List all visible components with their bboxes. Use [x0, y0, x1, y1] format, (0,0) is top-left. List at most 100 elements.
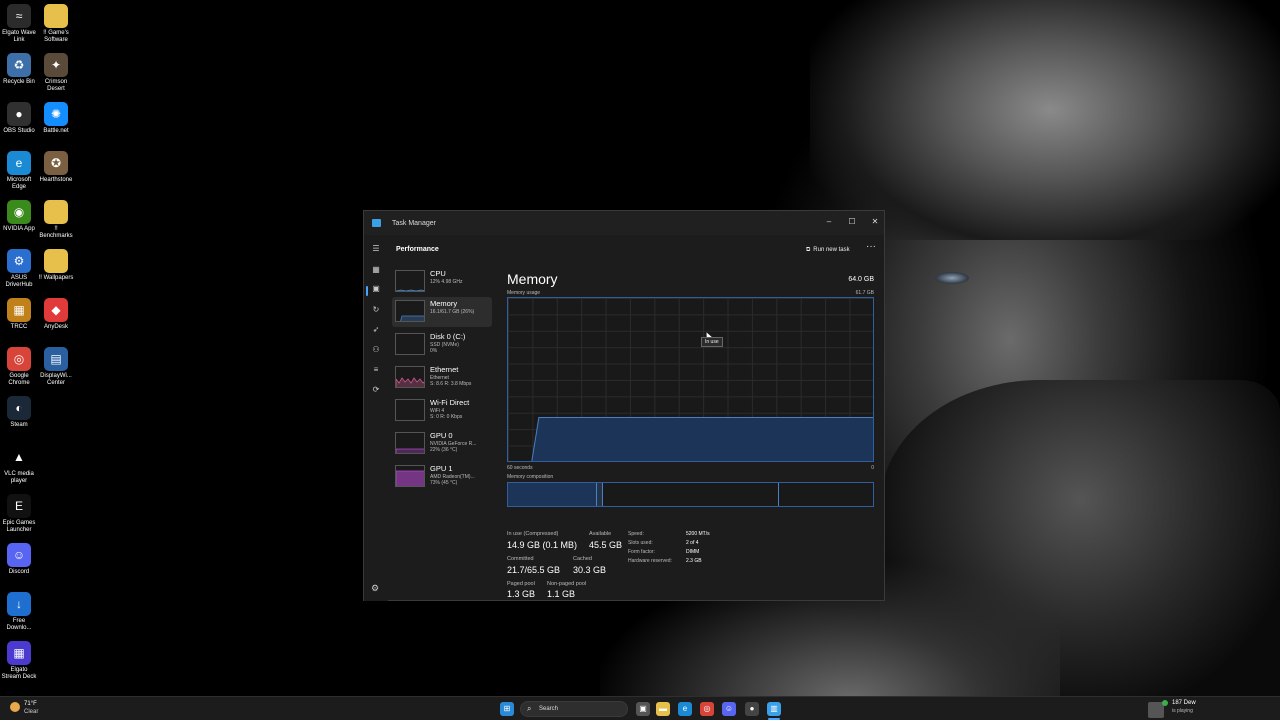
- epic-icon: E: [7, 494, 31, 518]
- start-button-icon[interactable]: ⊞: [500, 702, 514, 716]
- close-button[interactable]: ✕: [867, 215, 883, 229]
- asus-icon: ⚙: [7, 249, 31, 273]
- obs-taskbar-icon[interactable]: ●: [745, 702, 759, 716]
- composition-modified[interactable]: [597, 483, 603, 506]
- memory-total: 64.0 GB: [848, 276, 874, 283]
- resource-thumbnail-graph: [395, 366, 425, 388]
- search-icon: ⌕: [527, 704, 532, 713]
- desktop-icon[interactable]: ◆ AnyDesk: [37, 298, 75, 331]
- edge-taskbar-icon[interactable]: e: [678, 702, 692, 716]
- slots-used-label: Slots used:: [628, 540, 653, 546]
- settings-gear-icon[interactable]: ⚙: [371, 583, 379, 594]
- maximize-button[interactable]: ☐: [844, 215, 860, 229]
- desktop-icon[interactable]: ◐ Steam: [0, 396, 38, 429]
- run-task-icon: ⧉: [806, 246, 811, 253]
- nav-active-indicator: [366, 286, 368, 296]
- desktop-icon-label: Epic Games Launcher: [2, 520, 36, 533]
- resource-usage: 22% (36 °C): [430, 447, 458, 453]
- composition-standby-divider: [778, 483, 779, 506]
- task-manager-taskbar-icon[interactable]: ▥: [767, 702, 781, 716]
- resource-item[interactable]: GPU 0 NVIDIA GeForce R... 22% (36 °C): [392, 429, 492, 459]
- memory-composition-bar[interactable]: [507, 482, 874, 507]
- title-bar[interactable]: Task Manager – ☐ ✕: [364, 211, 884, 235]
- stream-deck-icon: ▦: [7, 641, 31, 665]
- weather-widget[interactable]: 71°F Clear: [10, 701, 50, 717]
- resource-item[interactable]: Disk 0 (C:) SSD (NVMe) 0%: [392, 330, 492, 360]
- desktop-icon[interactable]: ◎ Google Chrome: [0, 347, 38, 387]
- now-playing-widget[interactable]: 187 Dew is playing: [1148, 700, 1268, 718]
- desktop-icon[interactable]: ≈ Elgato Wave Link: [0, 4, 38, 44]
- desktop-icon-label: DisplayWi... Center: [40, 373, 72, 386]
- resource-item[interactable]: GPU 1 AMD Radeon(TM)... 73% (45 °C): [392, 462, 492, 492]
- crimson-desert-icon: ✦: [44, 53, 68, 77]
- chrome-taskbar-icon[interactable]: ◎: [700, 702, 714, 716]
- more-options-button[interactable]: ···: [866, 241, 876, 252]
- non-paged-pool-value: 1.1 GB: [547, 589, 576, 599]
- taskbar: 71°F Clear ⊞ ⌕ Search ▣ ▬ e ◎ ☺ ● ▥ 187 …: [0, 696, 1280, 720]
- run-new-task-label: Run new task: [813, 247, 850, 253]
- minimize-button[interactable]: –: [821, 215, 837, 229]
- hamburger-menu-icon[interactable]: ☰: [369, 242, 383, 256]
- desktop-icon[interactable]: !! Game's Software: [37, 4, 75, 44]
- desktop-icon[interactable]: E Epic Games Launcher: [0, 494, 38, 534]
- resource-item[interactable]: Wi-Fi Direct WiFi 4 S: 0 R: 0 Kbps: [392, 396, 492, 426]
- vlc-icon: ▲: [7, 445, 31, 469]
- desktop-icon[interactable]: ◉ NVIDIA App: [0, 200, 38, 233]
- desktop-icon-label: Recycle Bin: [3, 79, 35, 85]
- performance-icon[interactable]: ▣: [369, 282, 383, 296]
- desktop-icon[interactable]: ✺ Battle.net: [37, 102, 75, 135]
- slots-used-value: 2 of 4: [686, 540, 699, 546]
- desktop-icon[interactable]: !! Wallpapers: [37, 249, 75, 282]
- desktop-icon-label: Discord: [8, 569, 30, 575]
- desktop-icon-label: Crimson Desert: [44, 79, 68, 92]
- resource-item[interactable]: CPU 12% 4.98 GHz: [392, 267, 492, 297]
- services-icon[interactable]: ⟳: [369, 383, 383, 397]
- memory-usage-graph[interactable]: [507, 297, 874, 462]
- resource-name: Ethernet: [430, 365, 459, 374]
- section-title: Performance: [396, 246, 439, 253]
- desktop-icon[interactable]: ⚙ ASUS DriverHub: [0, 249, 38, 289]
- fdm-icon: ↓: [7, 592, 31, 616]
- desktop-icon[interactable]: ● OBS Studio: [0, 102, 38, 135]
- composition-in-use[interactable]: [508, 483, 597, 506]
- details-icon[interactable]: ≡: [369, 363, 383, 377]
- users-icon[interactable]: ⚇: [369, 343, 383, 357]
- desktop-icon[interactable]: ▦ Elgato Stream Deck: [0, 641, 38, 681]
- taskbar-search[interactable]: ⌕ Search: [520, 701, 628, 717]
- run-new-task-button[interactable]: ⧉ Run new task: [806, 245, 850, 255]
- search-placeholder: Search: [539, 706, 559, 712]
- anydesk-icon: ◆: [44, 298, 68, 322]
- file-explorer-icon[interactable]: ▬: [656, 702, 670, 716]
- desktop-icon[interactable]: e Microsoft Edge: [0, 151, 38, 191]
- performance-header: Performance ⧉ Run new task ···: [388, 235, 884, 261]
- desktop-icon[interactable]: ☺ Discord: [0, 543, 38, 576]
- desktop-icon-label: !! Game's Software: [43, 30, 69, 43]
- app-history-icon[interactable]: ↻: [369, 303, 383, 317]
- resource-item[interactable]: Ethernet Ethernet S: 8.6 R: 3.8 Mbps: [392, 363, 492, 393]
- desktop-icon[interactable]: ♻ Recycle Bin: [0, 53, 38, 86]
- desktop-icon[interactable]: ↓ Free Downlo...: [0, 592, 38, 632]
- desktop-icon-label: Microsoft Edge: [6, 177, 32, 190]
- desktop-icon[interactable]: ✦ Crimson Desert: [37, 53, 75, 93]
- desktop-icon[interactable]: ✪ Hearthstone: [37, 151, 75, 184]
- resource-usage: S: 0 R: 0 Kbps: [430, 414, 463, 420]
- desktop-icon[interactable]: ▤ DisplayWi... Center: [37, 347, 75, 387]
- resource-thumbnail-graph: [395, 300, 425, 322]
- resource-item[interactable]: Memory 16.1/61.7 GB (26%): [392, 297, 492, 327]
- desktop-icon-label: VLC media player: [4, 471, 34, 484]
- task-view-icon[interactable]: ▣: [636, 702, 650, 716]
- startup-apps-icon[interactable]: ➶: [369, 323, 383, 337]
- desktop-icon-label: Elgato Stream Deck: [1, 667, 37, 680]
- wallpaper-eye: [935, 272, 969, 284]
- hardware-reserved-label: Hardware reserved:: [628, 558, 672, 564]
- processes-icon[interactable]: ▦: [369, 263, 383, 277]
- now-playing-status: is playing: [1172, 708, 1193, 714]
- discord-taskbar-icon[interactable]: ☺: [722, 702, 736, 716]
- desktop-icon[interactable]: !! Benchmarks: [37, 200, 75, 240]
- elgato-wave-icon: ≈: [7, 4, 31, 28]
- desktop-icon[interactable]: ▲ VLC media player: [0, 445, 38, 485]
- folder-icon: [44, 200, 68, 224]
- committed-value: 21.7/65.5 GB: [507, 565, 561, 575]
- resource-detail: 12% 4.98 GHz: [430, 279, 463, 285]
- desktop-icon[interactable]: ▦ TRCC: [0, 298, 38, 331]
